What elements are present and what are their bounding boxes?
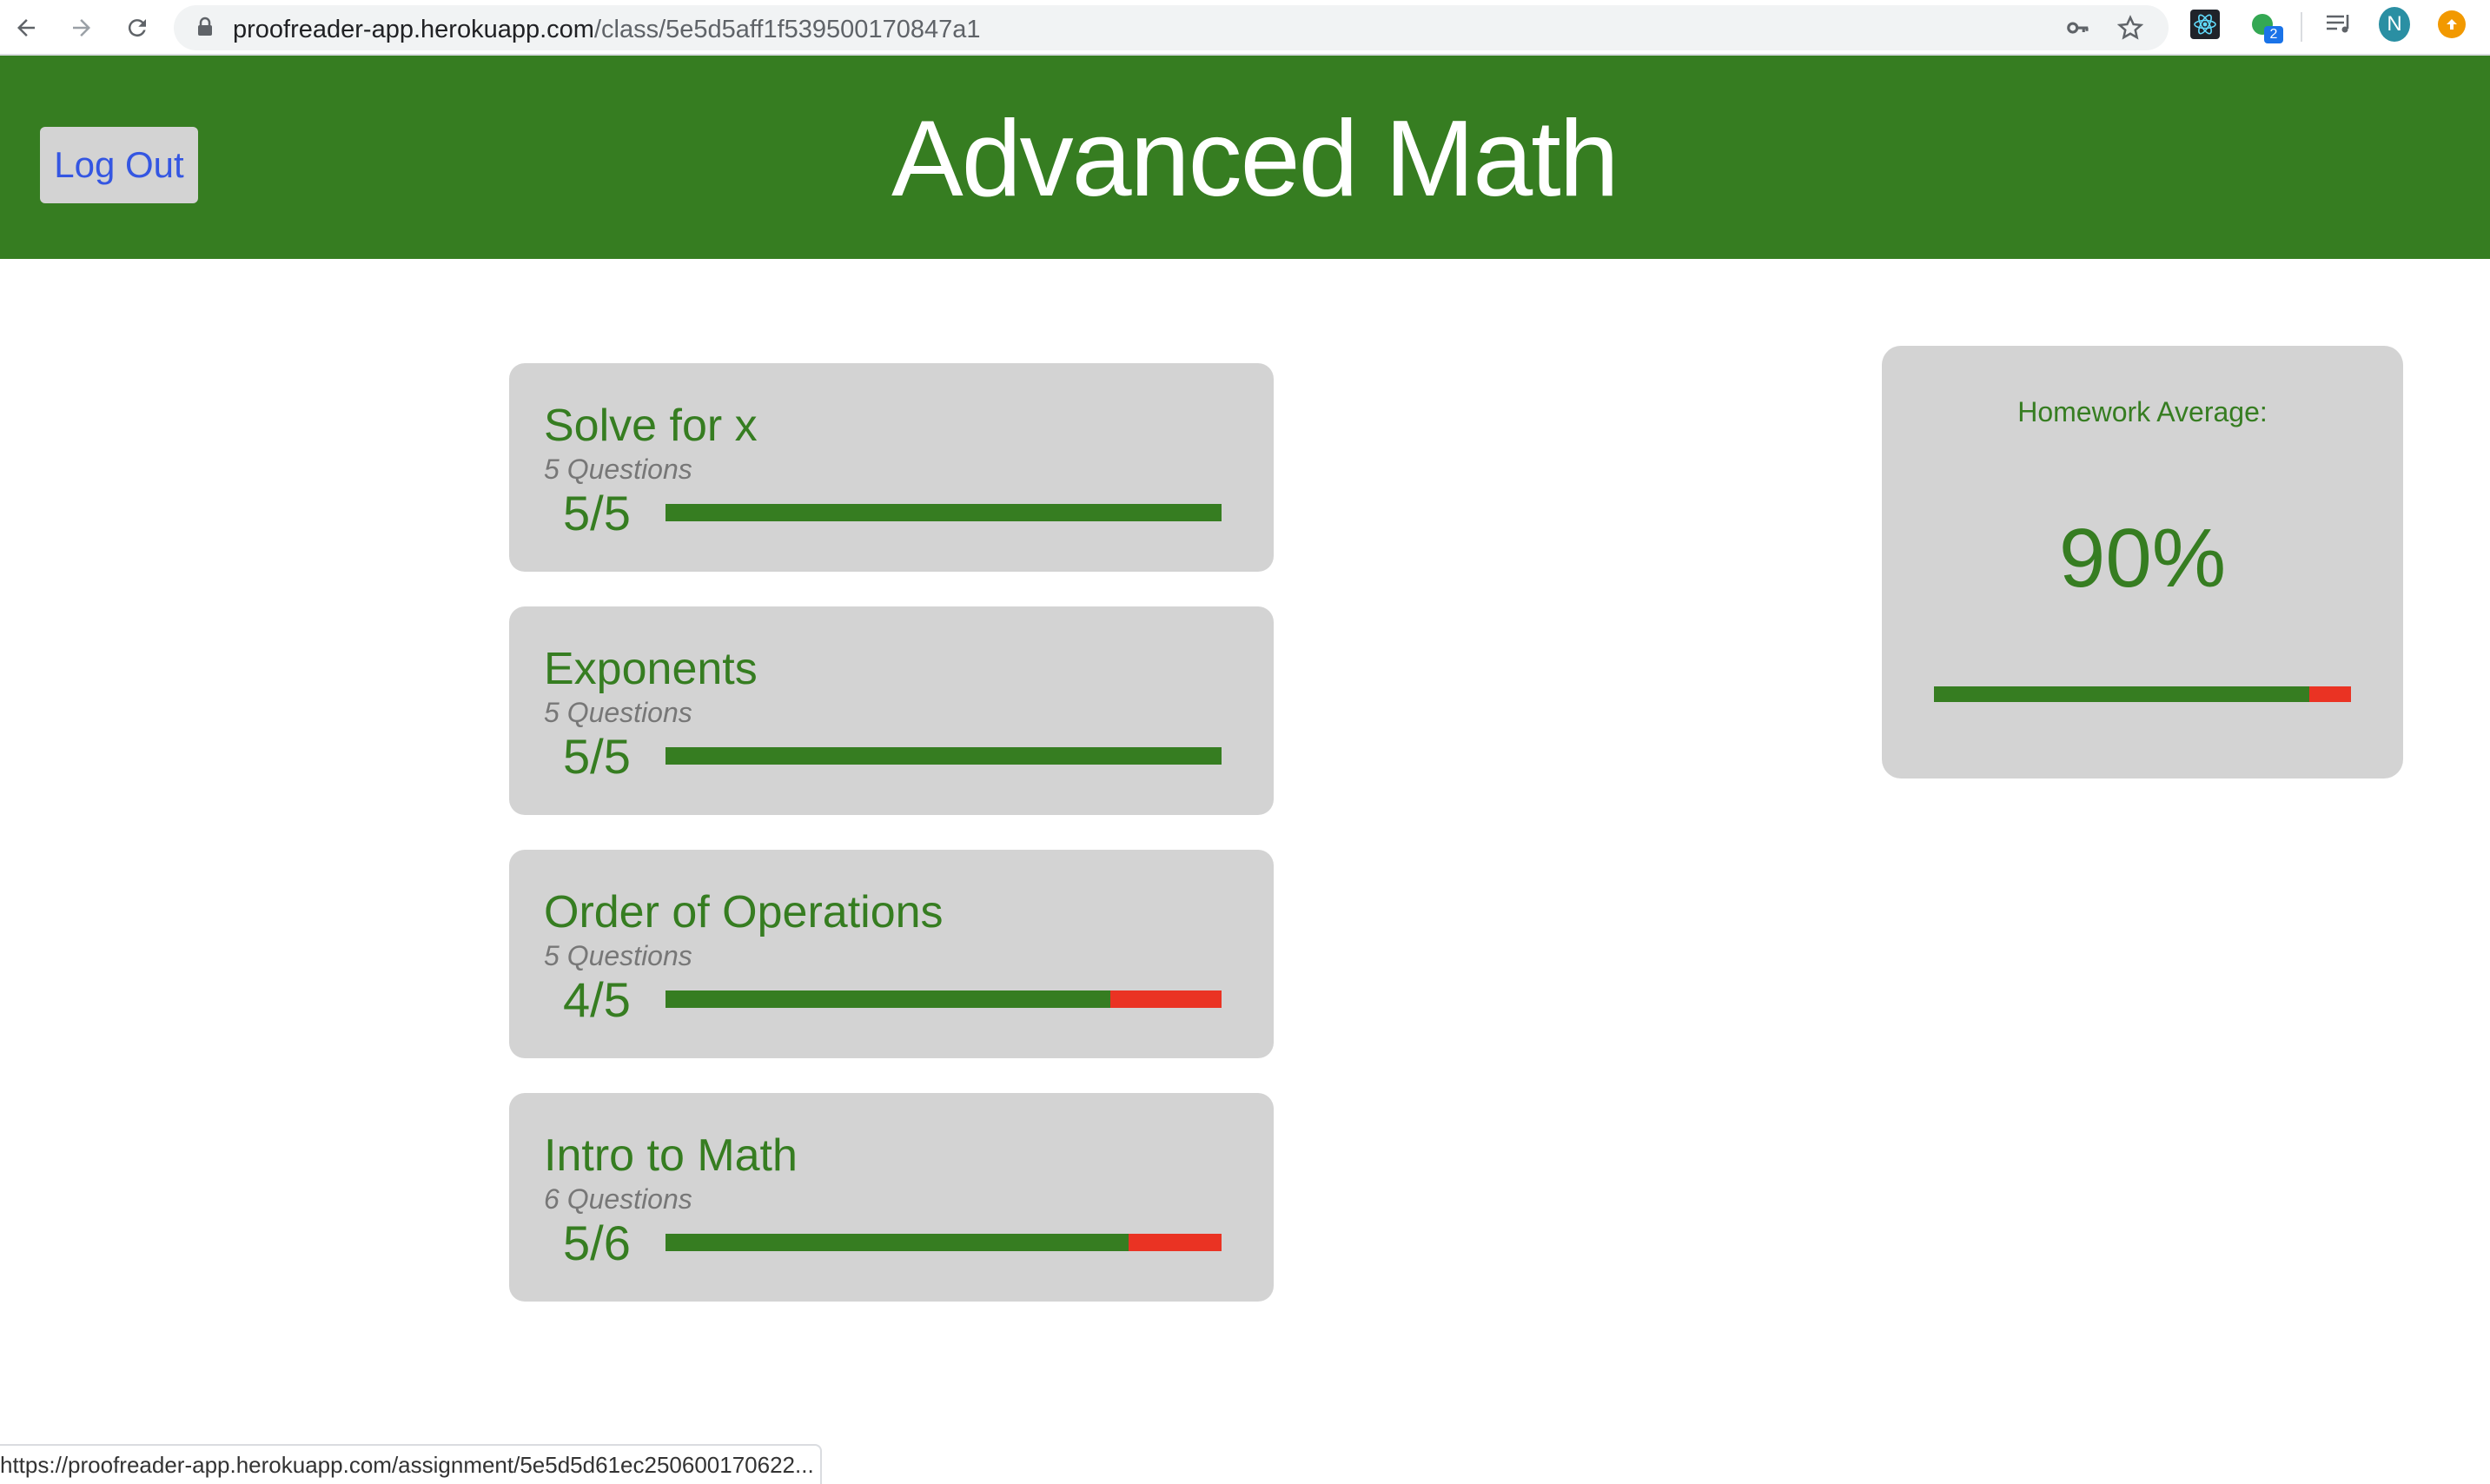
assignment-card[interactable]: Intro to Math 6 Questions 5/6 bbox=[509, 1093, 1274, 1302]
assignment-card[interactable]: Exponents 5 Questions 5/5 bbox=[509, 606, 1274, 815]
score-bar bbox=[666, 747, 1222, 765]
question-count: 6 Questions bbox=[544, 1183, 692, 1215]
link-status-bar: https://proofreader-app.herokuapp.com/as… bbox=[0, 1444, 822, 1484]
assignment-title: Intro to Math bbox=[544, 1130, 798, 1181]
score-bar bbox=[666, 504, 1222, 521]
average-bar-fill bbox=[1934, 686, 2309, 702]
assignment-title: Solve for x bbox=[544, 401, 758, 451]
assignment-title: Exponents bbox=[544, 644, 758, 694]
address-bar[interactable]: proofreader-app.herokuapp.com/class/5e5d… bbox=[174, 5, 2169, 50]
star-icon[interactable] bbox=[2116, 14, 2144, 42]
question-count: 5 Questions bbox=[544, 454, 692, 485]
score-bar bbox=[666, 1234, 1222, 1251]
react-devtools-icon[interactable] bbox=[2189, 9, 2221, 40]
average-value: 90% bbox=[2058, 512, 2227, 605]
lock-icon bbox=[196, 17, 214, 42]
average-bar bbox=[1934, 686, 2351, 702]
extension-icon[interactable]: 2 bbox=[2247, 9, 2283, 43]
avatar: N bbox=[2379, 7, 2410, 42]
average-label: Homework Average: bbox=[2017, 396, 2268, 427]
update-icon[interactable] bbox=[2436, 9, 2467, 40]
assignment-score: 4/5 bbox=[563, 972, 631, 1027]
assignment-score: 5/6 bbox=[563, 1216, 631, 1270]
profile-avatar[interactable]: N bbox=[2379, 7, 2410, 42]
assignment-score: 5/5 bbox=[563, 729, 631, 784]
question-count: 5 Questions bbox=[544, 697, 692, 728]
forward-button[interactable] bbox=[61, 7, 103, 49]
page-title: Advanced Math bbox=[891, 99, 1619, 219]
toolbar-divider bbox=[2301, 12, 2302, 42]
assignment-title: Order of Operations bbox=[544, 887, 944, 937]
key-icon[interactable] bbox=[2064, 14, 2092, 42]
score-bar-fill bbox=[666, 1234, 1129, 1251]
assignment-score: 5/5 bbox=[563, 486, 631, 540]
back-button[interactable] bbox=[5, 7, 47, 49]
browser-toolbar: proofreader-app.herokuapp.com/class/5e5d… bbox=[0, 0, 2490, 56]
score-bar-fill bbox=[666, 504, 1222, 521]
homework-average-card: Homework Average: 90% bbox=[1882, 346, 2403, 778]
assignment-card[interactable]: Solve for x 5 Questions 5/5 bbox=[509, 363, 1274, 572]
url-text: proofreader-app.herokuapp.com/class/5e5d… bbox=[233, 16, 981, 43]
score-bar-fill bbox=[666, 990, 1110, 1008]
score-bar bbox=[666, 990, 1222, 1008]
forward-arrow-icon bbox=[73, 19, 90, 36]
score-bar-fill bbox=[666, 747, 1222, 765]
assignment-card[interactable]: Order of Operations 5 Questions 4/5 bbox=[509, 850, 1274, 1058]
app-header: Log Out Advanced Math bbox=[0, 56, 2490, 259]
reload-icon bbox=[128, 19, 146, 37]
reload-button[interactable] bbox=[116, 7, 158, 49]
question-count: 5 Questions bbox=[544, 940, 692, 971]
extension-badge: 2 bbox=[2264, 26, 2283, 43]
back-arrow-icon bbox=[17, 19, 35, 36]
media-control-icon[interactable] bbox=[2323, 9, 2354, 40]
